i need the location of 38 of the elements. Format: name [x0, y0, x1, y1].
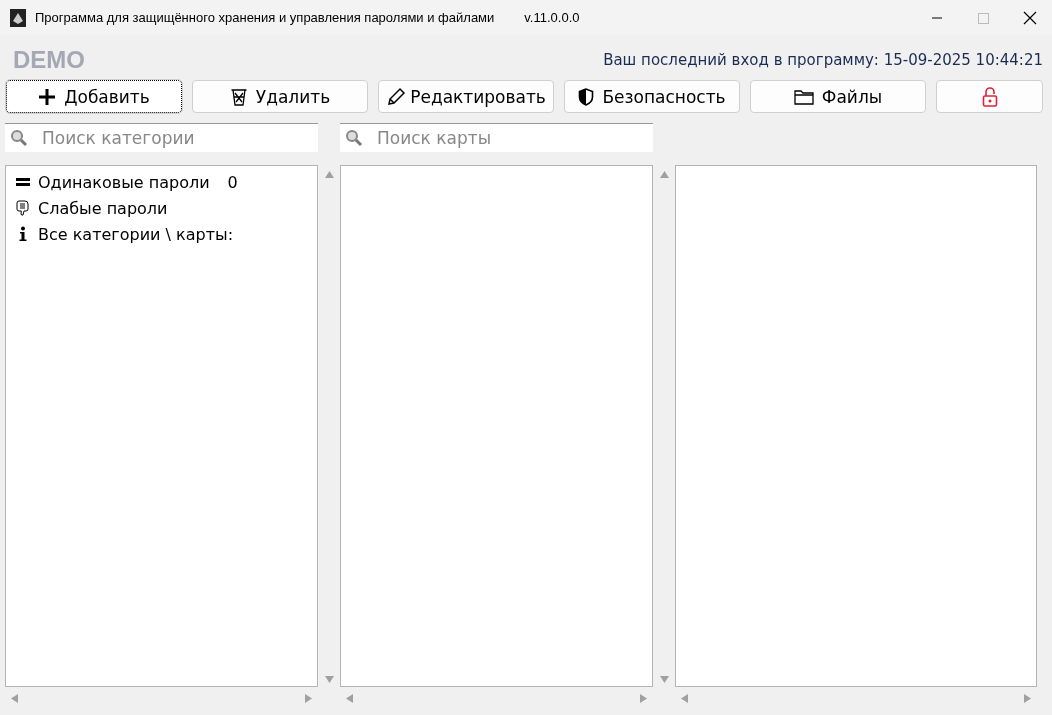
toolbar-button[interactable]: Редактировать	[378, 80, 554, 113]
category-search-field[interactable]: Поиск категории	[5, 123, 318, 152]
demo-label: DEMO	[13, 46, 85, 74]
scroll-down-icon[interactable]	[324, 676, 334, 683]
plus-icon	[38, 87, 57, 106]
folder-icon	[793, 88, 814, 105]
scroll-down-icon[interactable]	[659, 676, 669, 683]
info-icon	[18, 226, 28, 242]
card-search-field[interactable]: Поиск карты	[340, 123, 653, 152]
toolbar-button[interactable]	[936, 80, 1043, 113]
thumbs-down-icon	[16, 199, 30, 217]
search-icon	[10, 129, 28, 147]
last-login-text: Ваш последний вход в программу: 15-09-2025 10:44:21	[603, 51, 1043, 69]
category-item[interactable]: Одинаковые пароли 0	[6, 169, 317, 195]
scroll-left-icon[interactable]	[681, 693, 688, 703]
pencil-icon	[386, 86, 407, 107]
toolbar-button[interactable]: Добавить	[6, 80, 182, 113]
toolbar-button[interactable]: Безопасность	[564, 80, 740, 113]
app-logo-icon	[10, 8, 26, 27]
version-label: v.11.0.0.0	[524, 10, 580, 25]
window-title: Программа для защищённого хранения и управления паролями и файлами	[35, 10, 495, 25]
trash-icon	[229, 87, 248, 106]
toolbar-button[interactable]: Файлы	[750, 80, 926, 113]
scroll-up-icon[interactable]	[659, 171, 669, 178]
toolbar-button[interactable]: Удалить	[192, 80, 368, 113]
scroll-right-icon[interactable]	[305, 693, 312, 703]
padlock-icon	[981, 86, 998, 107]
scroll-right-icon[interactable]	[1024, 693, 1031, 703]
shield-icon	[578, 87, 595, 106]
search-icon	[345, 129, 363, 147]
category-item[interactable]: Слабые пароли	[6, 195, 317, 221]
scroll-up-icon[interactable]	[324, 171, 334, 178]
equals-icon	[15, 177, 31, 187]
scroll-left-icon[interactable]	[11, 693, 18, 703]
scroll-left-icon[interactable]	[346, 693, 353, 703]
scroll-right-icon[interactable]	[640, 693, 647, 703]
category-item[interactable]: Все категории \ карты:	[6, 221, 317, 247]
count-label: 0	[227, 172, 238, 192]
